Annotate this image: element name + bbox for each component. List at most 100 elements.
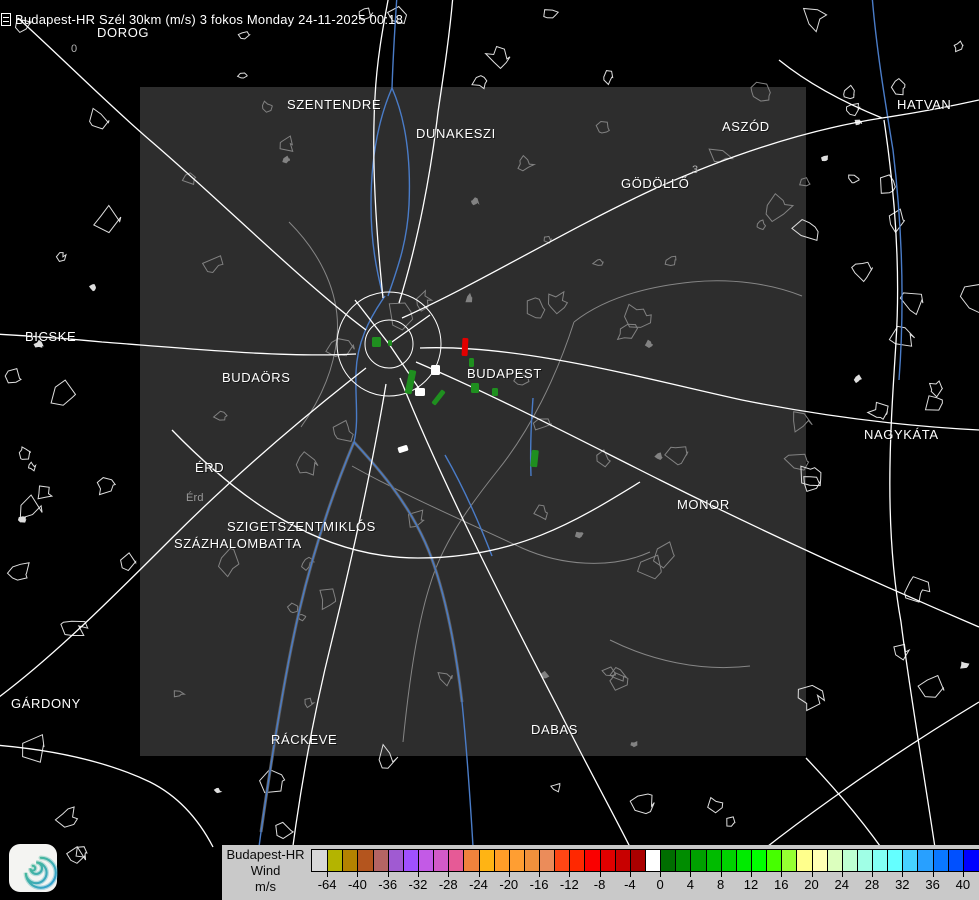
town-patch — [849, 175, 859, 183]
radar-echo — [462, 338, 469, 356]
legend-swatch — [917, 850, 933, 871]
image-title: Budapest-HR Szél 30km (m/s) 3 fokos Mond… — [15, 12, 403, 27]
legend-swatch — [357, 850, 373, 871]
legend-swatch-divider — [902, 850, 903, 871]
legend-swatch-divider — [539, 850, 540, 871]
town-patch — [56, 253, 66, 262]
legend-color-bar — [311, 849, 979, 872]
town-patch — [708, 798, 723, 813]
legend-tick-label: -24 — [469, 877, 488, 892]
legend-swatch — [766, 850, 782, 871]
legend-swatch-divider — [645, 850, 646, 871]
legend-swatch-divider — [721, 850, 722, 871]
legend-swatch — [388, 850, 404, 871]
legend-swatch — [721, 850, 737, 871]
legend-tick-label: -28 — [439, 877, 458, 892]
legend-swatch-divider — [948, 850, 949, 871]
legend-tick-label: 20 — [804, 877, 818, 892]
legend-tick-label: -20 — [499, 877, 518, 892]
town-patch — [804, 9, 827, 32]
legend-swatch-divider — [842, 850, 843, 871]
legend-tick-label: 32 — [895, 877, 909, 892]
town-patch — [822, 156, 828, 161]
legend-tick-label: -64 — [318, 877, 337, 892]
legend-tick-label: -16 — [530, 877, 549, 892]
legend-swatch — [418, 850, 434, 871]
legend-swatch — [812, 850, 828, 871]
radar-echo — [415, 388, 425, 396]
legend-swatch — [963, 850, 979, 871]
town-patch — [960, 284, 979, 314]
legend-swatch — [660, 850, 676, 871]
town-patch — [121, 553, 136, 571]
legend-swatch — [479, 850, 495, 871]
legend-swatch — [327, 850, 343, 871]
radar-map: 30 — [0, 0, 979, 900]
legend-swatch — [524, 850, 540, 871]
legend-tick-label: -8 — [594, 877, 606, 892]
radar-echo — [372, 337, 381, 347]
legend-swatch — [584, 850, 600, 871]
legend-swatch — [448, 850, 464, 871]
legend-swatch-divider — [857, 850, 858, 871]
legend-swatch-divider — [660, 850, 661, 871]
radar-echo — [431, 365, 440, 375]
town-patch — [55, 807, 77, 827]
legend-tick-label: -4 — [624, 877, 636, 892]
legend-tick-label: 40 — [956, 877, 970, 892]
legend-swatch — [403, 850, 419, 871]
town-patch — [891, 79, 905, 95]
legend-swatch — [569, 850, 585, 871]
legend-swatch-divider — [388, 850, 389, 871]
legend-swatch-divider — [675, 850, 676, 871]
radar-echo — [492, 388, 498, 396]
title-bar: Budapest-HR Szél 30km (m/s) 3 fokos Mond… — [1, 12, 403, 27]
legend-swatch-divider — [554, 850, 555, 871]
road-line — [884, 120, 943, 900]
legend-swatch — [373, 850, 389, 871]
legend-tick-label: 8 — [717, 877, 724, 892]
town-patch — [854, 375, 861, 382]
legend-swatch-divider — [448, 850, 449, 871]
legend-swatch-divider — [706, 850, 707, 871]
legend-swatch-divider — [494, 850, 495, 871]
legend-swatch-divider — [584, 850, 585, 871]
legend-swatch-divider — [433, 850, 434, 871]
legend-swatch-divider — [524, 850, 525, 871]
legend-swatch-divider — [690, 850, 691, 871]
legend-swatch — [887, 850, 903, 871]
road-line — [0, 745, 213, 847]
town-patch — [900, 293, 923, 315]
legend-swatch — [827, 850, 843, 871]
legend-tick-label: -12 — [560, 877, 579, 892]
town-patch — [926, 396, 943, 410]
legend-unit-label: m/s — [222, 879, 309, 895]
legend-swatch-divider — [569, 850, 570, 871]
town-patch — [90, 285, 96, 291]
legend-swatch-divider — [615, 850, 616, 871]
town-patch — [930, 381, 943, 397]
town-patch — [238, 73, 248, 78]
town-patch — [19, 517, 26, 522]
town-patch — [8, 563, 30, 580]
town-patch — [5, 369, 21, 383]
legend-product-label: Budapest-HR — [222, 847, 309, 863]
town-patch — [97, 478, 115, 495]
radar-image-viewport: { "title": { "text": "Budapest-HR Szél 3… — [0, 0, 979, 900]
legend-swatch-divider — [357, 850, 358, 871]
legend-swatch — [645, 850, 661, 871]
legend-swatch-divider — [872, 850, 873, 871]
town-patch — [961, 662, 969, 668]
legend-tick-label: 28 — [865, 877, 879, 892]
legend-tick-label: 4 — [687, 877, 694, 892]
legend-swatch — [690, 850, 706, 871]
legend-swatch-divider — [463, 850, 464, 871]
legend-swatch — [342, 850, 358, 871]
legend-swatch — [312, 850, 328, 871]
town-patch — [19, 447, 30, 460]
legend-swatch-divider — [812, 850, 813, 871]
legend-swatch-divider — [796, 850, 797, 871]
town-patch — [90, 108, 110, 128]
legend-swatch-divider — [418, 850, 419, 871]
legend-tick-label: 24 — [835, 877, 849, 892]
